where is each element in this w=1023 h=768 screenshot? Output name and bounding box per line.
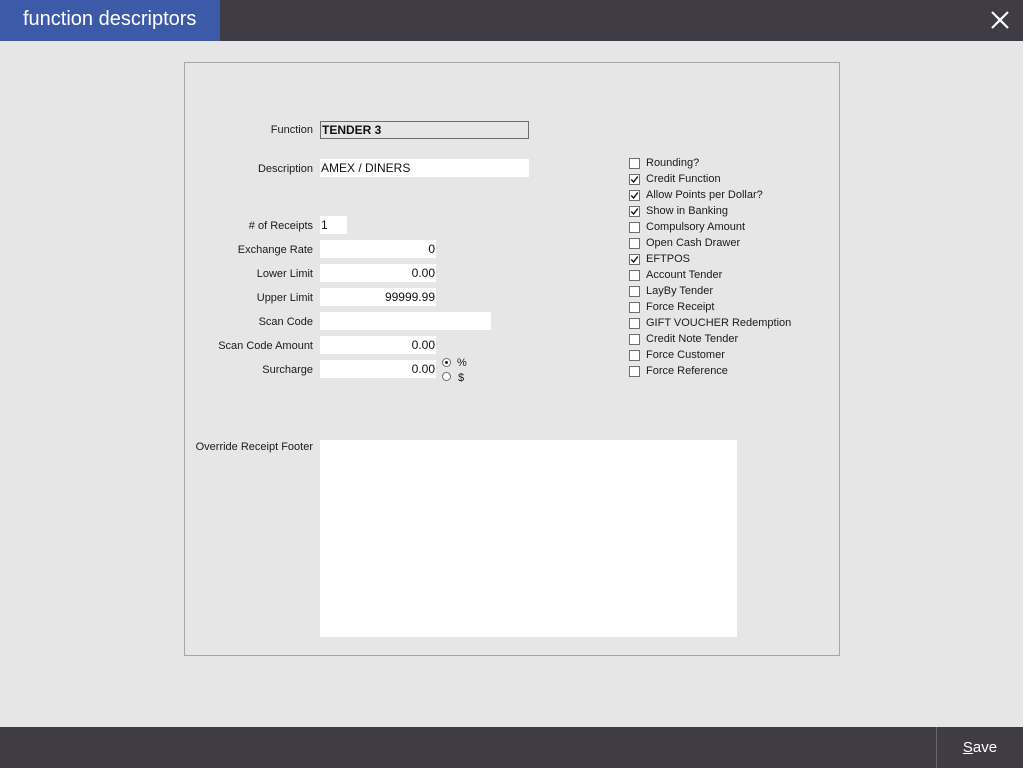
- surcharge-percent-label: %: [457, 357, 467, 369]
- option-label: Force Customer: [646, 349, 725, 361]
- description-label: Description: [257, 163, 313, 175]
- option-account-tender[interactable]: Account Tender: [629, 267, 722, 283]
- option-checkbox[interactable]: [629, 365, 640, 377]
- option-gift-voucher-redemption[interactable]: GIFT VOUCHER Redemption: [629, 315, 791, 331]
- option-checkbox[interactable]: [629, 285, 640, 297]
- scan-code-amount-field[interactable]: 0.00: [320, 336, 436, 354]
- option-rounding[interactable]: Rounding?: [629, 155, 699, 171]
- save-hotkey: S: [962, 739, 973, 756]
- option-label: Rounding?: [646, 157, 700, 169]
- option-label: Credit Function: [646, 173, 721, 185]
- upper-limit-field[interactable]: 99999.99: [320, 288, 436, 306]
- option-checkbox[interactable]: [629, 253, 640, 265]
- option-checkbox[interactable]: [629, 349, 640, 361]
- scan-code-field[interactable]: [320, 312, 491, 330]
- option-label: GIFT VOUCHER Redemption: [646, 317, 792, 329]
- option-checkbox[interactable]: [629, 157, 640, 169]
- option-checkbox[interactable]: [629, 317, 640, 329]
- surcharge-dollar-radio[interactable]: [442, 372, 451, 381]
- option-show-in-banking[interactable]: Show in Banking: [629, 203, 728, 219]
- save-label: ave: [972, 739, 998, 756]
- description-field[interactable]: AMEX / DINERS: [320, 159, 529, 177]
- lower-limit-field[interactable]: 0.00: [320, 264, 436, 282]
- override-footer-textarea[interactable]: [320, 440, 737, 637]
- option-credit-function[interactable]: Credit Function: [629, 171, 721, 187]
- option-label: Allow Points per Dollar?: [646, 189, 763, 201]
- option-checkbox[interactable]: [629, 269, 640, 281]
- lower-limit-label: Lower Limit: [256, 268, 313, 280]
- window-title: function descriptors: [0, 0, 220, 41]
- option-label: Open Cash Drawer: [646, 237, 741, 249]
- option-credit-note-tender[interactable]: Credit Note Tender: [629, 331, 738, 347]
- surcharge-field[interactable]: 0.00: [320, 360, 436, 378]
- option-checkbox[interactable]: [629, 173, 640, 185]
- surcharge-dollar-label: $: [458, 372, 465, 384]
- function-field: TENDER 3: [320, 121, 529, 139]
- scan-code-label: Scan Code: [258, 316, 313, 328]
- option-label: Force Reference: [646, 365, 728, 377]
- option-allow-points-per-dollar[interactable]: Allow Points per Dollar?: [629, 187, 763, 203]
- option-checkbox[interactable]: [629, 301, 640, 313]
- scan-code-amount-label: Scan Code Amount: [218, 340, 313, 352]
- exchange-rate-field[interactable]: 0: [320, 240, 436, 258]
- save-button[interactable]: Save: [937, 727, 1023, 768]
- override-footer-label: Override Receipt Footer: [195, 441, 313, 453]
- option-label: Force Receipt: [646, 301, 715, 313]
- check-icon: [630, 191, 639, 199]
- title-bar: function descriptors: [0, 0, 1023, 41]
- option-label: Compulsory Amount: [646, 221, 746, 233]
- close-icon[interactable]: [989, 9, 1011, 31]
- check-icon: [630, 175, 639, 183]
- surcharge-percent-radio[interactable]: [442, 358, 451, 367]
- option-checkbox[interactable]: [629, 189, 640, 201]
- check-icon: [630, 207, 639, 215]
- surcharge-label: Surcharge: [262, 364, 313, 376]
- option-label: Account Tender: [646, 269, 723, 281]
- option-label: Show in Banking: [646, 205, 728, 217]
- option-force-customer[interactable]: Force Customer: [629, 347, 725, 363]
- option-checkbox[interactable]: [629, 237, 640, 249]
- option-layby-tender[interactable]: LayBy Tender: [629, 283, 713, 299]
- bottom-bar: Save: [0, 727, 1023, 768]
- option-label: EFTPOS: [646, 253, 691, 265]
- option-force-reference[interactable]: Force Reference: [629, 363, 728, 379]
- option-eftpos[interactable]: EFTPOS: [629, 251, 690, 267]
- option-force-receipt[interactable]: Force Receipt: [629, 299, 714, 315]
- option-checkbox[interactable]: [629, 333, 640, 345]
- option-open-cash-drawer[interactable]: Open Cash Drawer: [629, 235, 740, 251]
- option-compulsory-amount[interactable]: Compulsory Amount: [629, 219, 745, 235]
- function-label: Function: [270, 124, 313, 136]
- receipts-field[interactable]: 1: [320, 216, 347, 234]
- option-label: LayBy Tender: [646, 285, 714, 297]
- option-checkbox[interactable]: [629, 205, 640, 217]
- option-checkbox[interactable]: [629, 221, 640, 233]
- exchange-rate-label: Exchange Rate: [237, 244, 313, 256]
- check-icon: [630, 255, 639, 263]
- option-label: Credit Note Tender: [646, 333, 739, 345]
- upper-limit-label: Upper Limit: [256, 292, 313, 304]
- receipts-label: # of Receipts: [248, 220, 313, 232]
